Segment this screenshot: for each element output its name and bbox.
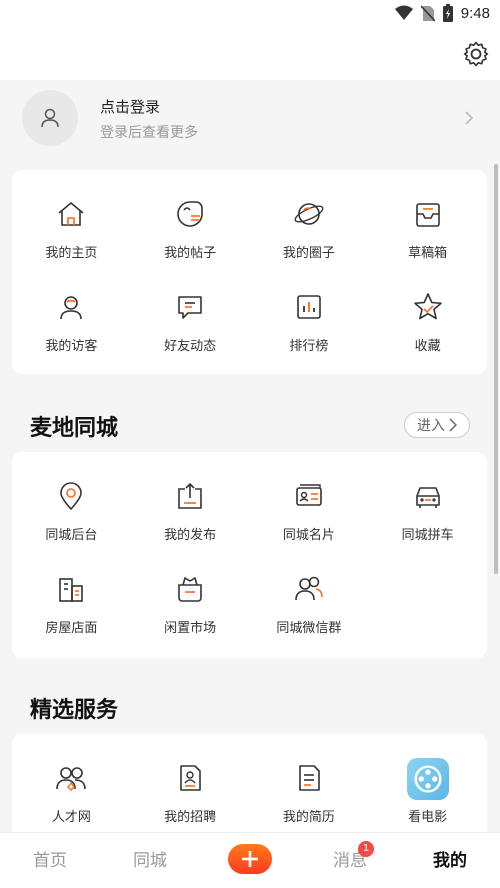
main-scroll[interactable]: 点击登录 登录后查看更多 我的主页 我的帖子 我的圈子 草稿箱 我的访客 好友动… [0,80,500,832]
avatar[interactable] [22,90,78,146]
grid-item-label: 我的主页 [45,246,98,261]
recruit-icon [180,765,201,791]
scrollbar[interactable] [494,164,498,574]
grid-item-label: 我的圈子 [282,246,335,261]
services-section-title: 精选服务 [30,698,119,723]
grid-item-housing[interactable]: 房屋店面 [12,549,131,642]
message-badge: 1 [358,840,374,857]
chat-icon [178,296,202,319]
tab-home[interactable]: 首页 [0,833,100,888]
tab-publish[interactable] [200,833,300,888]
talent-icon [56,767,87,791]
grid-item-label: 同城后台 [45,528,98,543]
grid-item-label: 同城拼车 [401,528,454,543]
drafts-icon [415,203,440,227]
grid-item-label: 好友动态 [164,339,217,354]
chevron-right-icon [465,111,474,125]
grid-item-talent[interactable]: 人才网 [12,738,131,831]
grid-item-label: 闲置市场 [164,621,217,636]
city-section-title: 麦地同城 [30,416,119,441]
status-time: 9:48 [460,4,490,22]
grid-item-label: 草稿箱 [408,246,448,261]
tab-label: 我的 [433,850,467,871]
grid-item-ranking[interactable]: 排行榜 [250,267,369,360]
grid-item-city-card[interactable]: 同城名片 [250,456,369,549]
upload-icon [178,482,202,509]
grid-item-recruit[interactable]: 我的招聘 [131,738,250,831]
card-icon [296,484,322,506]
grid-item-friend-feed[interactable]: 好友动态 [131,267,250,360]
tab-messages[interactable]: 消息 1 [300,833,400,888]
bottom-tab-bar: 首页 同城 消息 1 我的 [0,832,500,888]
grid-item-movies[interactable]: 看电影 [368,738,487,831]
plus-icon [242,850,258,867]
grid-item-label: 房屋店面 [45,621,98,636]
grid-item-my-circles[interactable]: 我的圈子 [250,174,369,267]
post-icon [177,201,203,227]
grid-item-my-visitors[interactable]: 我的访客 [12,267,131,360]
no-sim-icon [420,4,435,22]
top-bar [0,28,500,80]
grid-item-label: 看电影 [408,810,448,825]
group-icon [295,576,323,601]
grid-item-label: 我的访客 [45,339,98,354]
grid-item-my-publish[interactable]: 我的发布 [131,456,250,549]
city-enter-button[interactable]: 进入 [404,412,470,438]
grid-item-label: 同城微信群 [276,621,342,636]
status-bar: 9:48 [0,0,500,28]
tab-city[interactable]: 同城 [100,833,200,888]
grid-item-label: 同城名片 [282,528,335,543]
grid-item-drafts[interactable]: 草稿箱 [368,174,487,267]
tab-label: 首页 [33,850,67,871]
basket-icon [178,577,202,602]
city-card: 同城后台 我的发布 同城名片 同城拼车 房屋店面 闲置市场 同城微信群 [12,452,487,658]
home-icon [58,201,84,226]
car-icon [415,487,440,508]
gear-icon[interactable] [462,40,490,68]
tab-mine[interactable]: 我的 [400,833,500,888]
grid-item-carpool[interactable]: 同城拼车 [368,456,487,549]
login-title[interactable]: 点击登录 [100,96,160,117]
login-row[interactable]: 点击登录 登录后查看更多 [0,80,500,158]
location-icon [60,482,83,511]
grid-item-my-posts[interactable]: 我的帖子 [131,174,250,267]
grid-item-label: 人才网 [51,810,91,825]
grid-item-resume[interactable]: 我的简历 [250,738,369,831]
enter-label: 进入 [417,418,445,434]
services-card: 人才网 我的招聘 我的简历 看电影 [12,734,487,832]
planet-icon [294,203,324,225]
movie-icon [406,758,449,800]
grid-item-label: 收藏 [414,339,441,354]
grid-item-label: 我的招聘 [164,810,217,825]
building-icon [59,578,84,602]
user-icon [41,108,59,128]
login-subtitle: 登录后查看更多 [100,125,198,141]
star-icon [413,293,442,320]
grid-item-my-home[interactable]: 我的主页 [12,174,131,267]
chevron-right-icon [449,418,457,432]
resume-icon [299,765,320,791]
visitor-icon [60,296,83,320]
grid-item-label: 我的简历 [282,810,335,825]
personal-card: 我的主页 我的帖子 我的圈子 草稿箱 我的访客 好友动态 排行榜 收藏 [12,170,487,374]
grid-item-secondhand[interactable]: 闲置市场 [131,549,250,642]
grid-item-favorites[interactable]: 收藏 [368,267,487,360]
grid-item-label: 我的发布 [164,528,217,543]
publish-button[interactable] [228,843,272,874]
battery-icon [442,4,453,22]
wifi-icon [394,5,413,20]
grid-item-wechat-group[interactable]: 同城微信群 [250,549,369,642]
ranking-icon [297,295,321,319]
grid-item-city-backend[interactable]: 同城后台 [12,456,131,549]
tab-label: 同城 [133,850,167,871]
grid-item-label: 排行榜 [289,339,329,354]
grid-item-label: 我的帖子 [164,246,217,261]
